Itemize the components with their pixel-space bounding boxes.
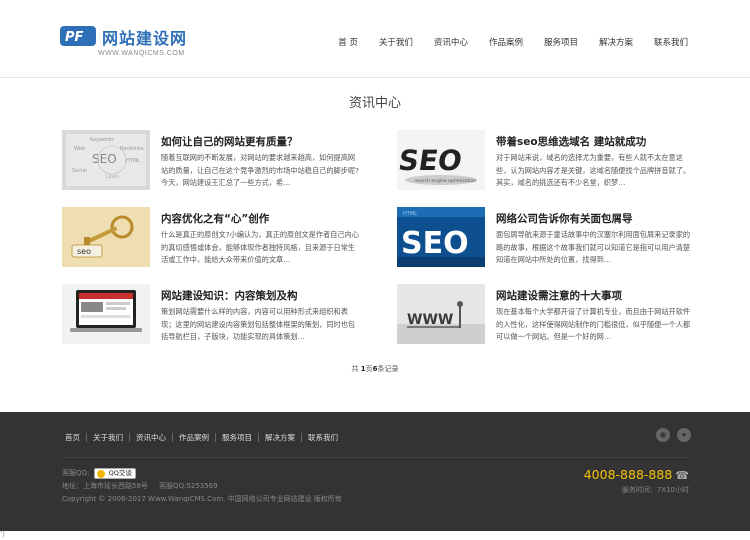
article-desc: 现在基本每个大学都开设了计算机专业，而且由于网站开软件的人性化，这样使得网站制作… <box>496 307 691 341</box>
weibo-icon[interactable]: ◉ <box>656 428 670 442</box>
nav-home[interactable]: 首 页 <box>338 36 358 48</box>
site-footer: 首页 关于我们 资讯中心 作品案例 服务项目 解决方案 联系我们 ◉ ● 客服Q… <box>0 412 750 531</box>
qq-chat-button[interactable]: QQ交谈 <box>93 467 136 479</box>
svg-text:WWW: WWW <box>407 312 453 328</box>
footer-info: 客服QQ: QQ交谈 地址：上海市延长西路58号 客服QQ:5253569 Co… <box>62 467 342 506</box>
article-title[interactable]: 网站建设知识：内容策划及构 <box>161 288 298 303</box>
svg-text:seo: seo <box>77 247 91 256</box>
svg-text:Links: Links <box>106 174 119 180</box>
article-desc: 随着互联网的不断发展，对网站的要求越来越高，如何提高网站的质量，让自己在这个竞争… <box>161 153 359 187</box>
footer-address: 地址：上海市延长西路58号 <box>62 482 148 490</box>
site-logo[interactable]: PF 网站建设网 WWW.WANQICMS.COM <box>60 24 200 62</box>
footer-nav-contact[interactable]: 联系我们 <box>301 433 344 442</box>
article-desc: 什么是真正的原创文?小编认为，真正的原创文是作者自己内心的真切感悟或体会，能够体… <box>161 230 359 264</box>
nav-news[interactable]: 资讯中心 <box>434 36 468 48</box>
article-title[interactable]: 网络公司告诉你有关面包屑导 <box>496 211 633 226</box>
svg-text:PF: PF <box>65 30 84 45</box>
nav-about[interactable]: 关于我们 <box>379 36 413 48</box>
nav-cases[interactable]: 作品案例 <box>489 36 523 48</box>
logo-url: WWW.WANQICMS.COM <box>98 50 185 57</box>
phone-icon: ☎ <box>675 470 689 482</box>
footer-nav-solutions[interactable]: 解决方案 <box>258 433 301 442</box>
svg-text:SEO: SEO <box>397 144 464 177</box>
article-item[interactable]: WWW 网站建设需注意的十大事项 现在基本每个大学都开设了计算机专业，而且由于网… <box>397 284 697 346</box>
article-title[interactable]: 带着seo思维选域名 建站就成功 <box>496 134 646 149</box>
article-desc: 策划网站需要什么样的内容，内容可以用种形式来组织和表现；这里的网站建设内容策划包… <box>161 307 356 341</box>
svg-text:SEO: SEO <box>92 152 117 166</box>
article-desc: 面包屑导航来源于童话故事中的汉塞尔利用面包屑来记录家的路的故事，根据这个故事我们… <box>496 230 691 264</box>
article-item[interactable]: SEO search engine optimization 带着seo思维选域… <box>397 130 697 192</box>
footer-nav-services[interactable]: 服务项目 <box>215 433 258 442</box>
svg-text:SEO: SEO <box>401 226 469 261</box>
footer-nav: 首页 关于我们 资讯中心 作品案例 服务项目 解决方案 联系我们 <box>62 433 344 442</box>
qq-label: 客服QQ: <box>62 469 90 477</box>
svg-text:Web: Web <box>74 146 85 152</box>
logo-text: 网站建设网 <box>102 29 188 48</box>
main-nav: 首 页 关于我们 资讯中心 作品案例 服务项目 解决方案 联系我们 <box>317 36 688 48</box>
phone-number: 4008-888-888 <box>583 467 673 482</box>
pager-suffix: 条记录 <box>377 365 399 373</box>
section-title: 资讯中心 <box>348 96 401 111</box>
article-thumbnail[interactable]: Keywords Web Backlinks SEO HTML Social L… <box>62 130 150 190</box>
article-item[interactable]: 网站建设知识：内容策划及构 策划网站需要什么样的内容，内容可以用种形式来组织和表… <box>62 284 362 346</box>
logo-mark-icon: PF <box>60 26 96 46</box>
footer-divider <box>62 457 688 458</box>
service-hours: 服务时间：7X10小时 <box>621 486 689 494</box>
article-thumbnail[interactable] <box>62 284 150 344</box>
corner-text: ') <box>1 531 5 538</box>
article-thumbnail[interactable]: seo <box>62 207 150 267</box>
footer-contact: 4008-888-888 ☎ 服务时间：7X10小时 <box>584 467 689 495</box>
svg-text:Social: Social <box>72 168 87 174</box>
svg-text:Backlinks: Backlinks <box>120 146 144 152</box>
article-item[interactable]: HTML SEO 网络公司告诉你有关面包屑导 面包屑导航来源于童话故事中的汉塞尔… <box>397 207 697 269</box>
nav-services[interactable]: 服务项目 <box>544 36 578 48</box>
article-thumbnail[interactable]: HTML SEO <box>397 207 485 267</box>
article-item[interactable]: Keywords Web Backlinks SEO HTML Social L… <box>62 130 362 192</box>
article-desc: 对于网站来说，域名的选择尤为重要，有些人就不太在意这些，认为网站内容才是关键，这… <box>496 153 691 187</box>
pager-prefix: 共 <box>351 365 359 373</box>
footer-nav-cases[interactable]: 作品案例 <box>172 433 215 442</box>
pager-middle: 页 <box>365 365 373 373</box>
article-title[interactable]: 网站建设需注意的十大事项 <box>496 288 622 303</box>
nav-solutions[interactable]: 解决方案 <box>599 36 633 48</box>
pagination-summary: 共 1页6条记录 <box>0 364 750 374</box>
footer-address-row: 地址：上海市延长西路58号 客服QQ:5253569 <box>62 480 342 493</box>
footer-copyright: Copyright © 2006-2017 Www.WanqiCMS.Com. … <box>62 495 342 503</box>
footer-social: ◉ ● <box>656 428 691 442</box>
svg-text:HTML: HTML <box>126 158 140 164</box>
article-title[interactable]: 如何让自己的网站更有质量？ <box>161 134 298 149</box>
svg-text:Keywords: Keywords <box>90 137 114 143</box>
svg-text:HTML: HTML <box>403 211 417 217</box>
footer-nav-about[interactable]: 关于我们 <box>86 433 129 442</box>
article-thumbnail[interactable]: WWW <box>397 284 485 344</box>
qq-icon[interactable]: ● <box>677 428 691 442</box>
footer-nav-news[interactable]: 资讯中心 <box>129 433 172 442</box>
article-thumbnail[interactable]: SEO search engine optimization <box>397 130 485 190</box>
site-header: PF 网站建设网 WWW.WANQICMS.COM 首 页 关于我们 资讯中心 … <box>0 0 750 78</box>
footer-qq-number: 客服QQ:5253569 <box>159 482 218 490</box>
nav-contact[interactable]: 联系我们 <box>654 36 688 48</box>
footer-qq-row: 客服QQ: QQ交谈 <box>62 467 342 480</box>
svg-text:search engine optimization: search engine optimization <box>415 178 476 184</box>
article-title[interactable]: 内容优化之有“心”创作 <box>161 211 269 226</box>
footer-nav-home[interactable]: 首页 <box>62 433 86 442</box>
article-item[interactable]: seo 内容优化之有“心”创作 什么是真正的原创文?小编认为，真正的原创文是作者… <box>62 207 362 269</box>
